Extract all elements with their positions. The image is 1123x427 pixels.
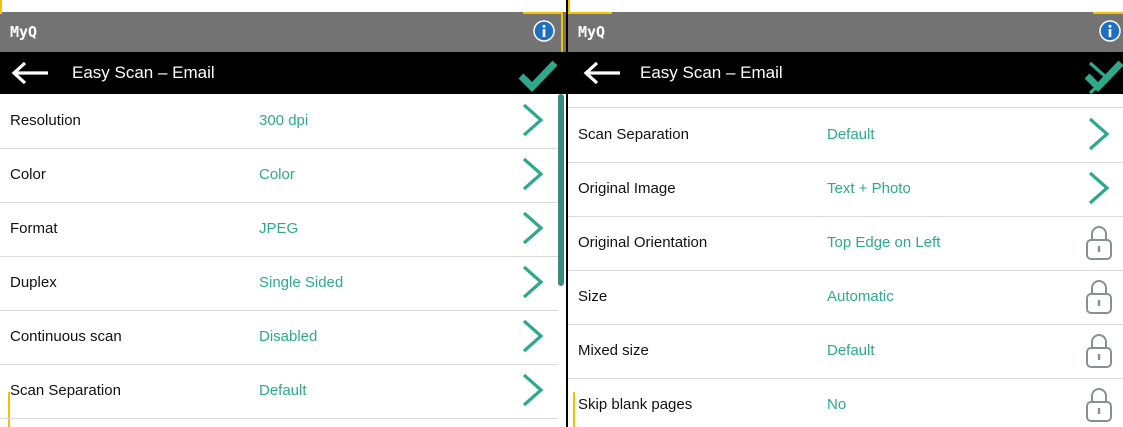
- brand-logo: MyQ: [10, 23, 38, 41]
- setting-label: Duplex: [10, 274, 57, 291]
- right-screen: MyQ Easy Scan – Email Scan Separation De…: [568, 0, 1123, 427]
- setting-label: Mixed size: [578, 342, 649, 359]
- info-icon[interactable]: [1099, 20, 1121, 42]
- chevron-right-icon: [1088, 61, 1110, 95]
- setting-value: Default: [827, 126, 875, 143]
- setting-label: Color: [10, 166, 46, 183]
- setting-value: Top Edge on Left: [827, 234, 941, 251]
- setting-row-mixed-size[interactable]: Mixed size Default: [568, 324, 1123, 379]
- arrow-left-icon[interactable]: [10, 62, 50, 84]
- corner-marker: [561, 12, 563, 52]
- top-bar: MyQ: [568, 12, 1123, 52]
- setting-label: Scan Separation: [10, 382, 121, 399]
- setting-label: Original Orientation: [578, 234, 708, 251]
- setting-value: 300 dpi: [259, 112, 309, 129]
- setting-row-scan-separation[interactable]: Scan Separation Default: [0, 364, 558, 419]
- brand-logo: MyQ: [578, 23, 606, 41]
- setting-row-original-orientation[interactable]: Original Orientation Top Edge on Left: [568, 216, 1123, 271]
- chevron-right-icon[interactable]: [521, 264, 545, 300]
- corner-marker: [570, 12, 612, 14]
- lock-icon: [1086, 334, 1112, 368]
- corner-marker: [0, 0, 2, 14]
- chevron-right-icon[interactable]: [521, 372, 545, 408]
- corner-marker: [1093, 12, 1123, 14]
- setting-row-continuous-scan[interactable]: Continuous scan Disabled: [0, 310, 558, 365]
- chevron-right-icon[interactable]: [521, 318, 545, 354]
- setting-row-duplex[interactable]: Duplex Single Sided: [0, 256, 558, 311]
- chevron-right-icon[interactable]: [1087, 170, 1111, 206]
- chevron-right-icon[interactable]: [521, 156, 545, 192]
- lock-icon: [1086, 388, 1112, 422]
- chevron-right-icon[interactable]: [1087, 116, 1111, 152]
- setting-value: JPEG: [259, 220, 299, 237]
- left-screen: MyQ Easy Scan – Email Resolution 300 dpi…: [0, 0, 567, 427]
- page-title: Easy Scan – Email: [72, 63, 215, 82]
- chevron-right-icon[interactable]: [521, 210, 545, 246]
- setting-row-partial: [568, 54, 1123, 108]
- settings-list: Resolution 300 dpi Color Color Format JP…: [0, 94, 567, 427]
- setting-row-original-image[interactable]: Original Image Text + Photo: [568, 162, 1123, 217]
- lock-icon: [1086, 226, 1112, 260]
- setting-value: Disabled: [259, 328, 318, 345]
- nav-bar: Easy Scan – Email: [0, 52, 567, 94]
- setting-label: Scan Separation: [578, 126, 689, 143]
- setting-value: Default: [259, 382, 307, 399]
- info-icon[interactable]: [533, 20, 555, 42]
- checkmark-icon[interactable]: [518, 58, 558, 92]
- setting-value: Color: [259, 166, 295, 183]
- settings-list: Scan Separation Default Original Image T…: [568, 61, 1123, 427]
- setting-label: Continuous scan: [10, 328, 122, 345]
- setting-row-resolution[interactable]: Resolution 300 dpi: [0, 94, 558, 149]
- setting-row-scan-separation[interactable]: Scan Separation Default: [568, 108, 1123, 163]
- setting-label: Original Image: [578, 180, 676, 197]
- setting-value: Text + Photo: [827, 180, 911, 197]
- setting-label: Resolution: [10, 112, 81, 129]
- corner-marker: [523, 12, 561, 14]
- setting-value: No: [827, 396, 847, 413]
- setting-row-skip-blank-pages[interactable]: Skip blank pages No: [568, 378, 1123, 427]
- setting-value: Default: [827, 342, 875, 359]
- setting-label: Skip blank pages: [578, 396, 693, 413]
- setting-row-format[interactable]: Format JPEG: [0, 202, 558, 257]
- setting-row-color[interactable]: Color Color: [0, 148, 558, 203]
- top-bar: MyQ: [0, 12, 567, 52]
- setting-row-size[interactable]: Size Automatic: [568, 270, 1123, 325]
- chevron-right-icon[interactable]: [521, 102, 545, 138]
- setting-label: Format: [10, 220, 58, 237]
- setting-label: Size: [578, 288, 608, 305]
- setting-value: Single Sided: [259, 274, 344, 291]
- lock-icon: [1086, 280, 1112, 314]
- setting-value: Automatic: [827, 288, 894, 305]
- scrollbar[interactable]: [558, 94, 564, 286]
